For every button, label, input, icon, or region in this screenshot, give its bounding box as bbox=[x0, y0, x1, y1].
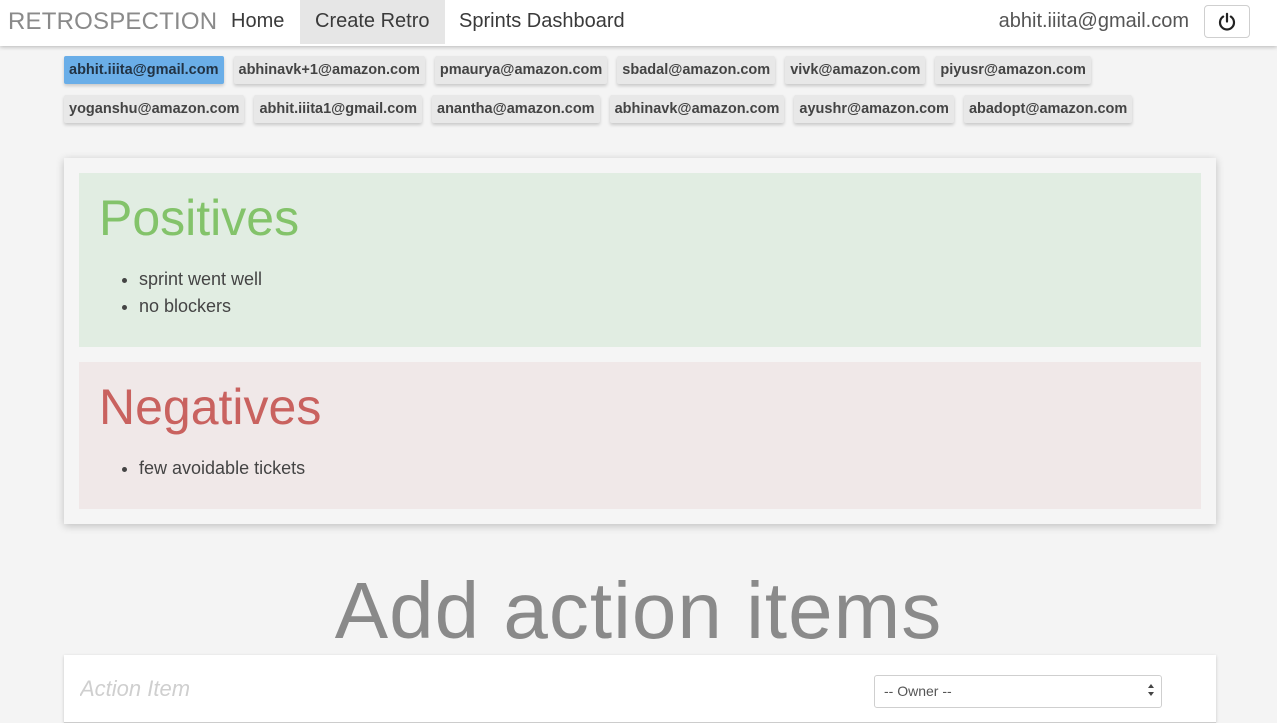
participant-chip[interactable]: abadopt@amazon.com bbox=[963, 95, 1133, 123]
nav-sprints-dashboard-link[interactable]: Sprints Dashboard bbox=[444, 0, 640, 44]
participant-chip[interactable]: pmaurya@amazon.com bbox=[434, 56, 608, 84]
positives-title: Positives bbox=[99, 190, 300, 246]
user-email: abhit.iiita@gmail.com bbox=[998, 10, 1189, 32]
positives-panel: Positives sprint went well no blockers bbox=[79, 173, 1201, 347]
participant-chip[interactable]: abhinavk@amazon.com bbox=[609, 95, 785, 123]
owner-select-value: -- Owner -- bbox=[884, 683, 952, 699]
negatives-title: Negatives bbox=[99, 379, 322, 435]
positive-item: sprint went well bbox=[139, 266, 1201, 293]
retro-card: Positives sprint went well no blockers N… bbox=[64, 158, 1216, 524]
logout-button[interactable] bbox=[1204, 5, 1250, 38]
add-action-items-heading: Add action items bbox=[334, 566, 943, 655]
negatives-panel: Negatives few avoidable tickets bbox=[79, 362, 1201, 509]
participant-chip[interactable]: vivk@amazon.com bbox=[785, 56, 926, 84]
participant-chip[interactable]: abhit.iiita@gmail.com bbox=[64, 56, 224, 84]
participants-row-2: yoganshu@amazon.com abhit.iiita1@gmail.c… bbox=[64, 95, 1142, 123]
negatives-list: few avoidable tickets bbox=[99, 455, 1201, 482]
negative-item: few avoidable tickets bbox=[139, 455, 1201, 482]
participant-chip[interactable]: anantha@amazon.com bbox=[432, 95, 600, 123]
participant-chip[interactable]: piyusr@amazon.com bbox=[935, 56, 1091, 84]
nav-create-retro-link[interactable]: Create Retro bbox=[300, 0, 445, 44]
participant-chip[interactable]: sbadal@amazon.com bbox=[617, 56, 776, 84]
positives-list: sprint went well no blockers bbox=[99, 266, 1201, 320]
participant-chip[interactable]: abhit.iiita1@gmail.com bbox=[254, 95, 423, 123]
select-arrows-icon bbox=[1148, 684, 1154, 696]
participant-chip[interactable]: yoganshu@amazon.com bbox=[64, 95, 245, 123]
owner-select[interactable]: -- Owner -- bbox=[874, 675, 1162, 708]
power-icon bbox=[1218, 12, 1236, 30]
nav-home-link[interactable]: Home bbox=[216, 0, 299, 44]
action-item-input[interactable] bbox=[78, 671, 842, 707]
participants-row-1: abhit.iiita@gmail.com abhinavk+1@amazon.… bbox=[64, 56, 1101, 84]
participant-chip[interactable]: abhinavk+1@amazon.com bbox=[233, 56, 425, 84]
participant-chip[interactable]: ayushr@amazon.com bbox=[794, 95, 954, 123]
app-brand[interactable]: RETROSPECTION bbox=[8, 0, 217, 44]
positive-item: no blockers bbox=[139, 293, 1201, 320]
action-item-form: -- Owner -- bbox=[64, 655, 1216, 723]
top-navbar: RETROSPECTION Home Create Retro Sprints … bbox=[0, 0, 1277, 46]
